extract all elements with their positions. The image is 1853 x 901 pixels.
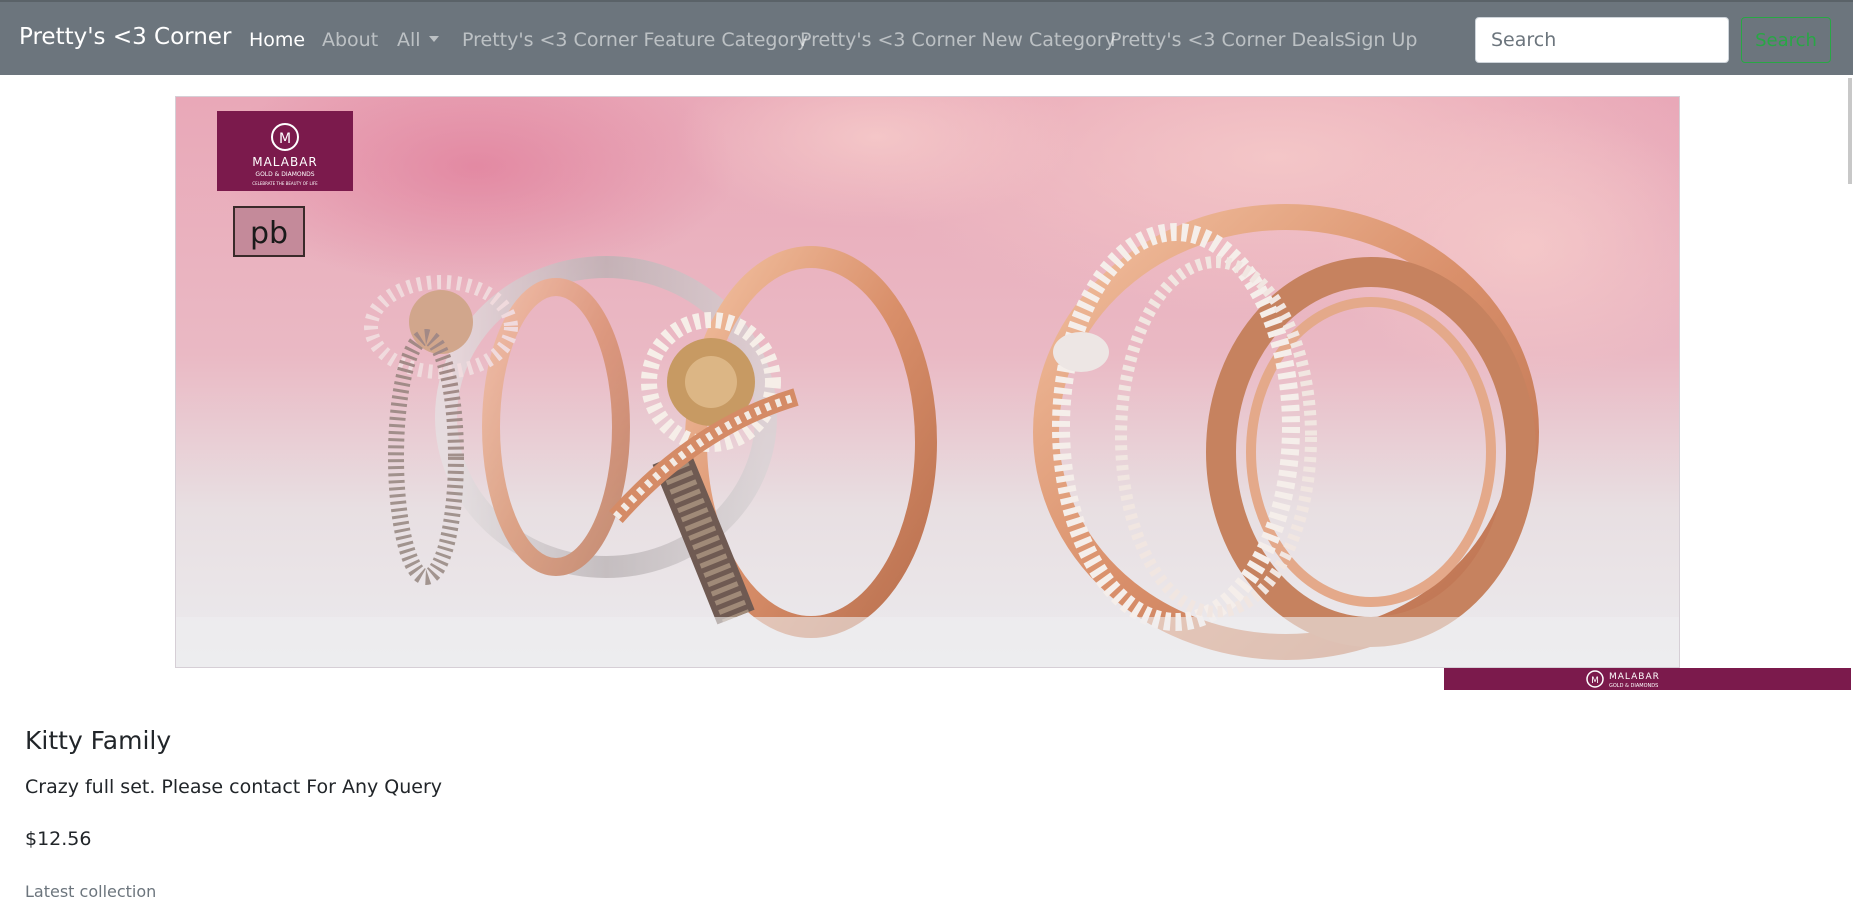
nav-link-feature-category[interactable]: Pretty's <3 Corner Feature Category (462, 29, 808, 51)
nav-link-about[interactable]: About (322, 29, 378, 51)
pb-logo: pb (233, 206, 305, 257)
product-tagline: Latest collection (25, 882, 157, 901)
search-button[interactable]: Search (1741, 17, 1831, 63)
svg-text:CELEBRATE THE BEAUTY OF LIFE: CELEBRATE THE BEAUTY OF LIFE (252, 181, 318, 186)
svg-text:pb: pb (250, 216, 288, 251)
hero-product-image: M MALABAR GOLD & DIAMONDS CELEBRATE THE … (175, 96, 1680, 668)
svg-text:MALABAR: MALABAR (252, 155, 318, 169)
search-input[interactable] (1475, 17, 1729, 63)
product-title: Kitty Family (25, 726, 172, 755)
nav-dropdown-all-label: All (397, 29, 421, 51)
svg-text:M: M (279, 131, 291, 147)
product-price: $12.56 (25, 828, 92, 850)
nav-link-new-category[interactable]: Pretty's <3 Corner New Category (800, 29, 1116, 51)
brand-logo-link[interactable]: Pretty's <3 Corner (19, 24, 231, 50)
nav-dropdown-all[interactable]: All (397, 29, 439, 51)
svg-text:MALABAR: MALABAR (1609, 672, 1660, 682)
malabar-logo: M MALABAR GOLD & DIAMONDS CELEBRATE THE … (217, 111, 353, 191)
caret-down-icon (428, 36, 439, 42)
nav-link-deals[interactable]: Pretty's <3 Corner Deals (1110, 29, 1345, 51)
rings-photo: M MALABAR GOLD & DIAMONDS CELEBRATE THE … (176, 97, 1679, 667)
svg-text:M: M (1591, 676, 1599, 686)
malabar-strip-badge: M MALABAR GOLD & DIAMONDS (1444, 668, 1851, 690)
product-description: Crazy full set. Please contact For Any Q… (25, 776, 443, 798)
svg-text:GOLD & DIAMONDS: GOLD & DIAMONDS (1609, 683, 1658, 689)
nav-link-home[interactable]: Home (249, 29, 305, 51)
nav-link-sign-up[interactable]: Sign Up (1344, 29, 1417, 51)
svg-text:GOLD & DIAMONDS: GOLD & DIAMONDS (255, 171, 314, 178)
page-scrollbar-thumb[interactable] (1848, 78, 1852, 184)
top-navbar: Pretty's <3 Corner Home About All Pretty… (0, 0, 1853, 75)
